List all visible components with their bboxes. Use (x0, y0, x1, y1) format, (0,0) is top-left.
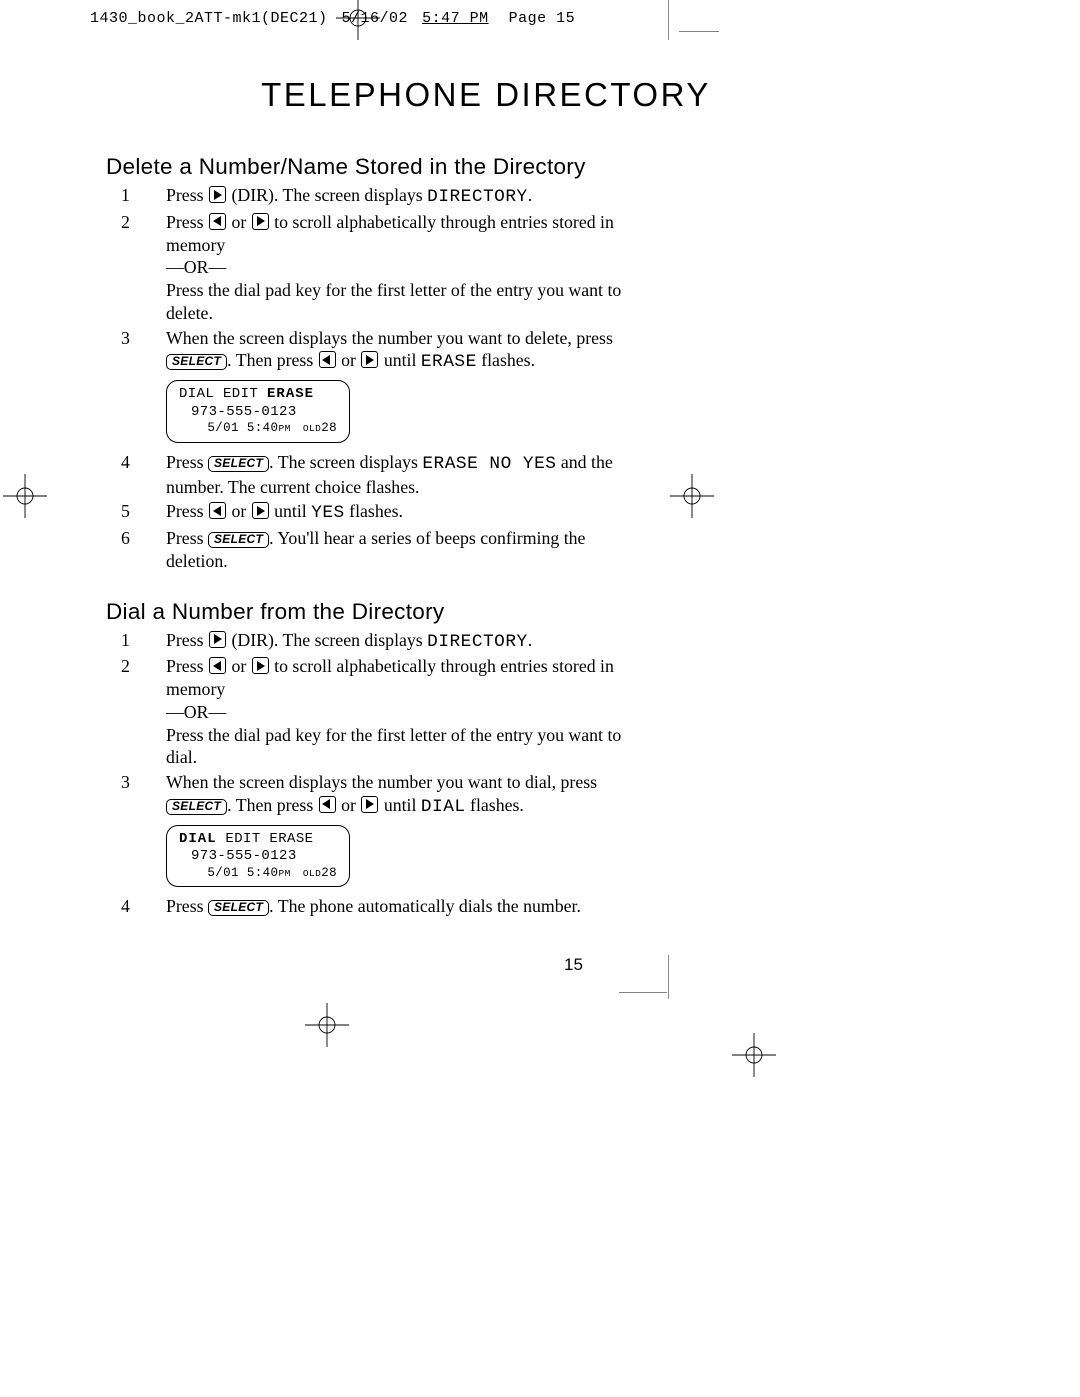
select-button-icon: SELECT (208, 532, 269, 548)
section1-steps: 1 Press (DIR). The screen displays DIREC… (106, 184, 626, 573)
section1-step-2-alt: Press the dial pad key for the first let… (166, 279, 626, 325)
section2-step-1: 1 Press (DIR). The screen displays DIREC… (166, 629, 626, 654)
section2-steps: 1 Press (DIR). The screen displays DIREC… (106, 629, 626, 919)
select-button-icon: SELECT (208, 456, 269, 472)
right-arrow-icon (361, 351, 378, 368)
left-arrow-icon (209, 502, 226, 519)
crop-mark-bottom-right-h (619, 992, 667, 1002)
or-separator: —OR— (166, 701, 626, 724)
section1-step-5: 5 Press or until YES flashes. (166, 500, 626, 525)
select-button-icon: SELECT (166, 354, 227, 370)
section2-step-2-alt: Press the dial pad key for the first let… (166, 724, 626, 770)
section2-step-2: 2 Press or to scroll alphabetically thro… (166, 655, 626, 769)
header-date: 5/16/02 (342, 10, 409, 27)
document-header: 1430_book_2ATT-mk1(DEC21) 5/16/02 5:47 PM P… (90, 10, 575, 27)
page-title: TELEPHONE DIRECTORY (236, 76, 736, 114)
page-number: 15 (564, 955, 583, 975)
right-arrow-icon (252, 213, 269, 230)
crop-mark-top-right-h (679, 31, 719, 71)
section2-step-3: 3 When the screen displays the number yo… (166, 771, 626, 887)
left-arrow-icon (319, 796, 336, 813)
right-arrow-icon (361, 796, 378, 813)
section2-heading: Dial a Number from the Directory (106, 599, 626, 625)
section1-step-3: 3 When the screen displays the number yo… (166, 327, 626, 443)
header-time: 5:47 PM (422, 10, 489, 27)
right-arrow-icon (252, 502, 269, 519)
left-arrow-icon (209, 657, 226, 674)
left-arrow-icon (209, 213, 226, 230)
section1-step-1: 1 Press (DIR). The screen displays DIREC… (166, 184, 626, 209)
select-button-icon: SELECT (208, 900, 269, 916)
crop-mark-bottom-right-v (668, 955, 708, 999)
registration-mark-left (3, 474, 47, 518)
right-arrow-icon (209, 631, 226, 648)
registration-mark-right (670, 474, 714, 518)
left-arrow-icon (319, 351, 336, 368)
page: 1430_book_2ATT-mk1(DEC21) 5/16/02 5:47 PM P… (0, 0, 1080, 1397)
lcd-display-dial: DIAL EDIT ERASE 973-555-0123 5/01 5:40PM… (166, 825, 350, 888)
lcd-display-erase: DIAL EDIT ERASE 973-555-0123 5/01 5:40PM… (166, 380, 350, 443)
section1-step-6: 6 Press SELECT. You'll hear a series of … (166, 527, 626, 573)
right-arrow-icon (209, 186, 226, 203)
right-arrow-icon (252, 657, 269, 674)
section2-step-4: 4 Press SELECT. The phone automatically … (166, 895, 626, 918)
section1-step-2: 2 Press or to scroll alphabetically thro… (166, 211, 626, 325)
crop-mark-top-right (668, 0, 708, 40)
header-page: Page 15 (509, 10, 576, 27)
registration-mark-bottom-right (732, 1033, 776, 1077)
section1-step-4: 4 Press SELECT. The screen displays ERAS… (166, 451, 626, 499)
content-area: TELEPHONE DIRECTORY Delete a Number/Name… (106, 76, 626, 920)
header-file: 1430_book_2ATT-mk1(DEC21) (90, 10, 328, 27)
registration-mark-bottom (305, 1003, 349, 1047)
or-separator: —OR— (166, 256, 626, 279)
select-button-icon: SELECT (166, 799, 227, 815)
section1-heading: Delete a Number/Name Stored in the Direc… (106, 154, 626, 180)
